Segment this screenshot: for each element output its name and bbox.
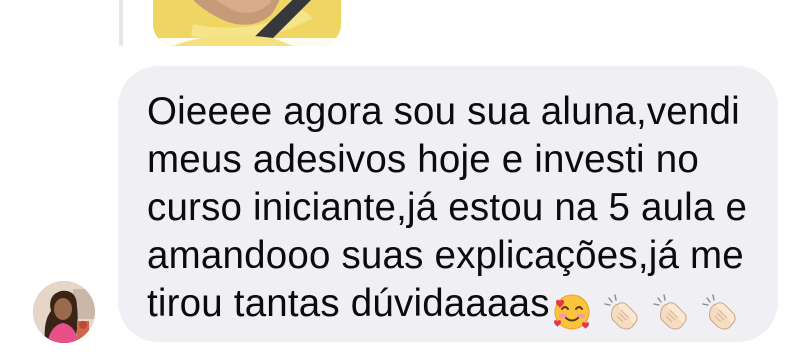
sender-avatar[interactable] [33, 281, 95, 343]
chat-screen: Oieeee agora sou sua aluna,vendi meus ad… [0, 0, 800, 361]
message-line-2: meus adesivos hoje e investi no [147, 138, 699, 181]
previous-image-message[interactable] [153, 0, 341, 46]
smiling-face-with-hearts-emoji [552, 292, 592, 332]
message-line-1: Oieeee agora sou sua aluna,vendi [147, 90, 740, 133]
message-line-5-text: tirou tantas dúvidaaaas [147, 282, 550, 325]
user-avatar-icon [33, 281, 95, 343]
clapping-hands-emoji [699, 292, 739, 332]
message-line-4: amandooo suas explicações,já me [147, 234, 744, 277]
clapping-hands-emoji [601, 292, 641, 332]
message-bubble[interactable]: Oieeee agora sou sua aluna,vendi meus ad… [118, 66, 778, 342]
message-line-5: tirou tantas dúvidaaaas [147, 280, 758, 334]
thread-connector-line [119, 0, 123, 46]
clapping-hands-emoji [650, 292, 690, 332]
emoji-row [552, 286, 748, 334]
message-line-3: curso iniciante,já estou na 5 aula e [147, 186, 748, 229]
photo-thumbnail-icon [153, 0, 341, 46]
